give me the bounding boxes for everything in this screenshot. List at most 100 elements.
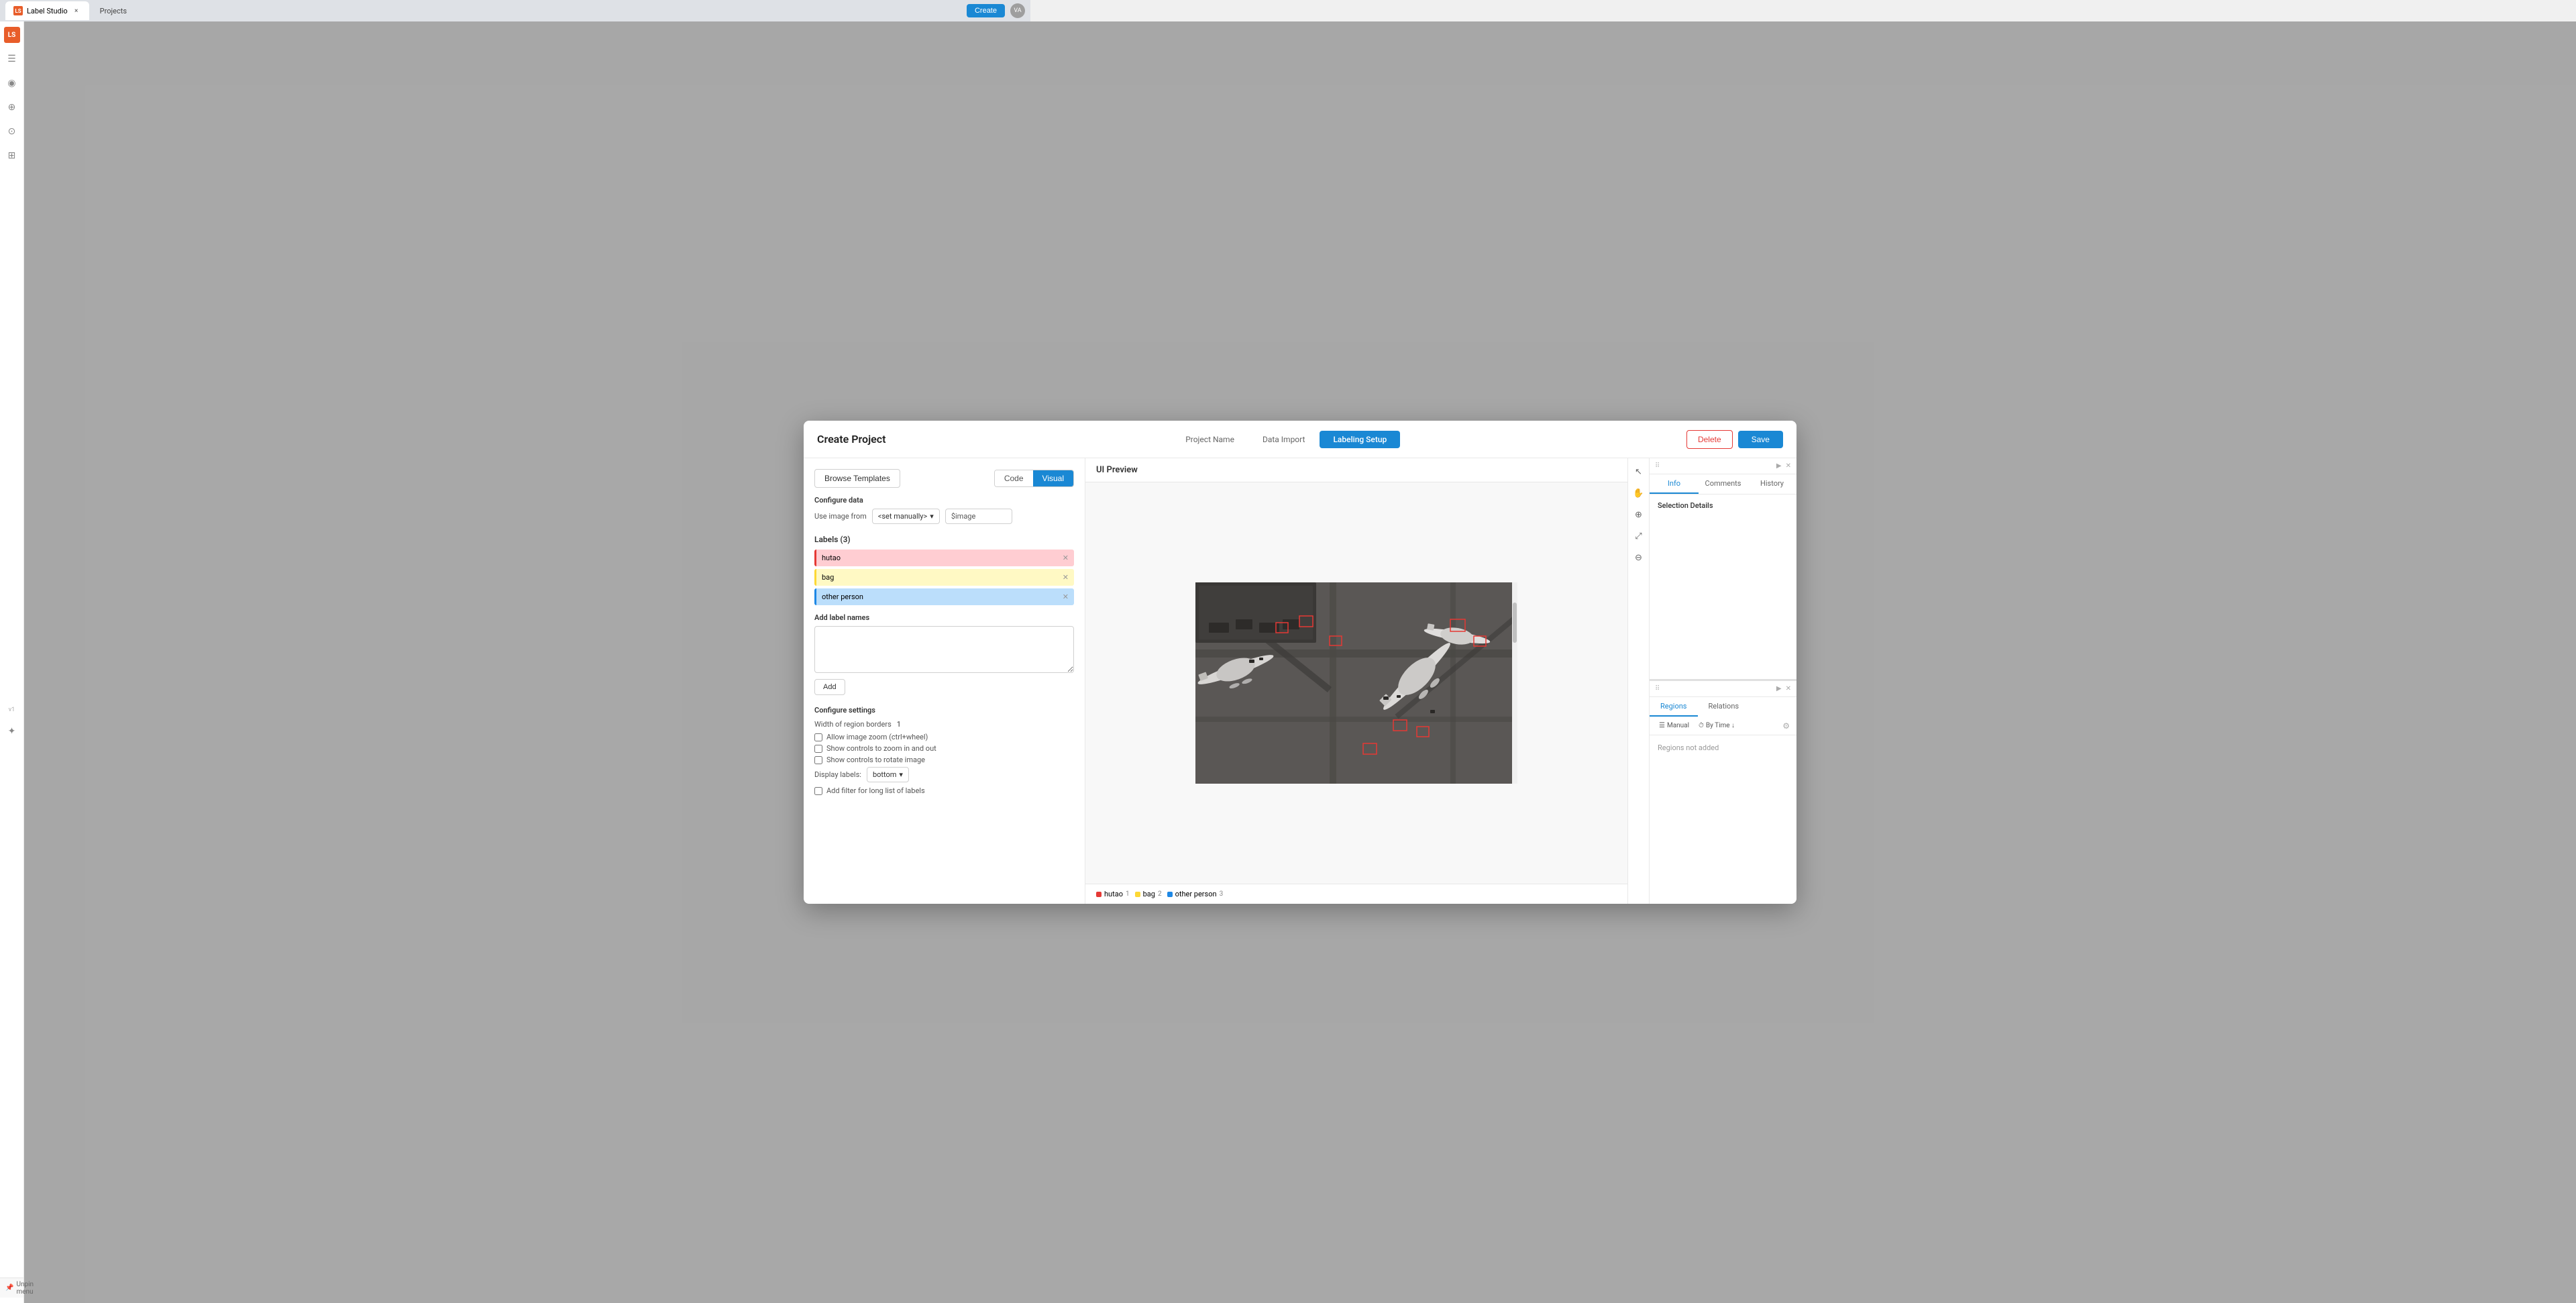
image-variable-input[interactable]: $image (945, 509, 1012, 524)
sidebar: LS ☰ ◉ ⊕ ⊙ ⊞ v1 ✦ 📌 Unpin menu (0, 21, 24, 1303)
sidebar-icon-menu[interactable]: ☰ (4, 51, 20, 67)
other-person-chip-count: 3 (1220, 890, 1224, 898)
airport-image (1195, 582, 1517, 784)
save-button[interactable]: Save (1738, 431, 1783, 448)
add-label-btn[interactable]: Add (814, 679, 845, 695)
browse-templates-btn[interactable]: Browse Templates (814, 469, 900, 488)
label-chip-other-person: other person 3 (1167, 890, 1224, 898)
user-avatar: VA (1010, 3, 1025, 18)
bag-chip-label: bag (1143, 890, 1155, 898)
modal-body: Browse Templates Code Visual Configure d… (804, 458, 1796, 904)
sidebar-icon-grid[interactable]: ⊞ (4, 148, 20, 164)
allow-zoom-checkbox[interactable] (814, 733, 822, 741)
sidebar-icon-circle[interactable]: ⊙ (4, 123, 20, 140)
modal-title: Create Project (817, 433, 886, 446)
label-text-other-person: other person (816, 588, 1057, 605)
label-remove-hutao[interactable]: ✕ (1057, 550, 1074, 566)
label-remove-bag[interactable]: ✕ (1057, 569, 1074, 586)
filter-labels-checkbox[interactable] (814, 787, 822, 795)
visual-toggle-btn[interactable]: Visual (1033, 470, 1073, 486)
right-bottom-tabs: Regions Relations (1650, 697, 1796, 717)
unpin-menu[interactable]: 📌 Unpin menu (0, 1278, 23, 1298)
step-data-import[interactable]: Data Import (1249, 431, 1319, 448)
tab-relations[interactable]: Relations (1698, 697, 1750, 717)
collapse-icon-top[interactable]: ✕ (1786, 462, 1791, 470)
delete-button[interactable]: Delete (1686, 430, 1733, 449)
expand-icon-bottom[interactable]: ▶ (1776, 685, 1782, 692)
show-zoom-checkbox[interactable] (814, 745, 822, 753)
browser-actions: Create VA (967, 3, 1025, 18)
modal-actions: Delete Save (1686, 430, 1783, 449)
configure-settings-label: Configure settings (814, 706, 1074, 715)
fullscreen-tool[interactable]: ⤢ (1631, 528, 1647, 544)
preview-image-area (1085, 482, 1627, 884)
sidebar-bottom: v1 ✦ (4, 702, 20, 739)
chevron-down-icon: ▾ (930, 512, 934, 521)
sort-settings-icon[interactable]: ⚙ (1782, 721, 1790, 731)
label-item-bag: bag ✕ (814, 569, 1074, 586)
configure-data-label: Configure data (814, 496, 1074, 505)
sidebar-icon-star[interactable]: ✦ (4, 723, 20, 739)
labels-header: Labels (3) (814, 535, 1074, 544)
collapse-icon-bottom[interactable]: ✕ (1786, 685, 1791, 692)
add-label-names-label: Add label names (814, 613, 1074, 622)
tab-regions[interactable]: Regions (1650, 697, 1698, 717)
tab-projects[interactable]: Projects (92, 1, 135, 20)
tool-sidebar: ↖ ✋ ⊕ ⤢ ⊖ (1627, 458, 1649, 904)
tab-close-btn[interactable]: × (72, 6, 81, 15)
display-labels-label: Display labels: (814, 770, 861, 779)
manual-sort-btn[interactable]: ☰ Manual (1656, 721, 1692, 731)
right-top-toolbar: ⠿ ▶ ✕ (1650, 458, 1796, 474)
code-toggle-btn[interactable]: Code (995, 470, 1033, 486)
regions-empty-text: Regions not added (1650, 735, 1796, 760)
add-label-textarea[interactable] (814, 626, 1074, 673)
tab-label-studio[interactable]: LS Label Studio × (5, 1, 89, 20)
create-project-modal: Create Project Project Name Data Import … (804, 421, 1796, 904)
show-rotate-checkbox[interactable] (814, 756, 822, 764)
label-remove-other-person[interactable]: ✕ (1057, 588, 1074, 605)
target-tool[interactable]: ⊕ (1631, 507, 1647, 523)
sidebar-icon-user[interactable]: ◉ (4, 75, 20, 91)
show-rotate-row: Show controls to rotate image (814, 755, 1074, 764)
code-visual-toggle: Code Visual (994, 470, 1074, 487)
show-zoom-controls-row: Show controls to zoom in and out (814, 744, 1074, 753)
right-panel-dots-top: ▶ ✕ (1776, 462, 1791, 470)
label-chip-bag: bag 2 (1135, 890, 1162, 898)
zoom-out-tool[interactable]: ⊖ (1631, 550, 1647, 566)
chevron-down-icon-2: ▾ (899, 770, 903, 779)
browser-create-btn[interactable]: Create (967, 4, 1005, 17)
sidebar-icon-plus[interactable]: ⊕ (4, 99, 20, 115)
label-item-other-person: other person ✕ (814, 588, 1074, 605)
display-labels-row: Display labels: bottom ▾ (814, 767, 1074, 782)
step-project-name[interactable]: Project Name (1172, 431, 1248, 448)
label-studio-icon: LS (13, 6, 23, 15)
by-time-sort-btn[interactable]: ⏱ By Time ↓ (1696, 721, 1737, 731)
modal-steps: Project Name Data Import Labeling Setup (1172, 431, 1400, 448)
grip-icon-top: ⠿ (1655, 462, 1660, 470)
bag-chip-dot (1135, 892, 1140, 897)
ui-preview-header: UI Preview (1085, 458, 1627, 482)
label-text-bag: bag (816, 569, 1057, 586)
tab-label-studio-text: Label Studio (27, 7, 68, 15)
expand-icon-top[interactable]: ▶ (1776, 462, 1782, 470)
step-labeling-setup[interactable]: Labeling Setup (1320, 431, 1400, 448)
tab-comments[interactable]: Comments (1699, 474, 1748, 494)
use-image-from-label: Use image from (814, 512, 867, 521)
configure-data-row: Use image from <set manually> ▾ $image (814, 509, 1074, 524)
hutao-chip-count: 1 (1126, 890, 1130, 898)
filter-labels-label: Add filter for long list of labels (826, 786, 925, 795)
list-icon: ☰ (1659, 722, 1665, 729)
preview-labels-bar: hutao 1 bag 2 other person 3 (1085, 884, 1627, 904)
pin-icon: 📌 (5, 1284, 13, 1292)
tab-history[interactable]: History (1748, 474, 1796, 494)
display-labels-select[interactable]: bottom ▾ (867, 767, 909, 782)
other-person-chip-label: other person (1175, 890, 1217, 898)
cursor-tool[interactable]: ↖ (1631, 464, 1647, 480)
image-source-select[interactable]: <set manually> ▾ (872, 509, 940, 524)
modal-backdrop: Create Project Project Name Data Import … (24, 21, 2576, 1303)
ui-preview-panel: UI Preview (1085, 458, 1627, 904)
hutao-chip-dot (1096, 892, 1102, 897)
tab-info[interactable]: Info (1650, 474, 1699, 494)
hand-tool[interactable]: ✋ (1631, 485, 1647, 501)
right-panel-dots-bottom: ▶ ✕ (1776, 685, 1791, 692)
